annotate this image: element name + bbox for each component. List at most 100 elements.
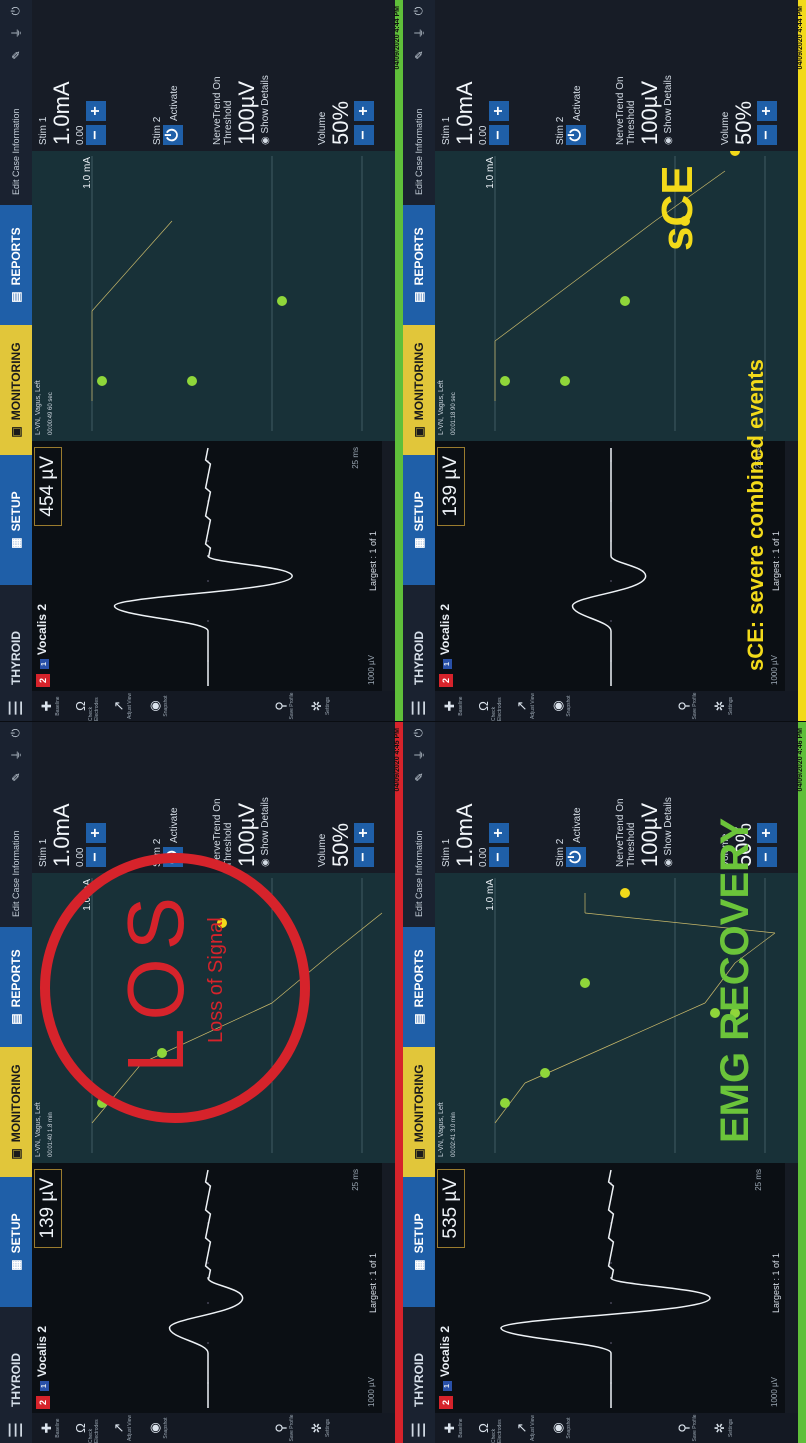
minus-button[interactable]: − [86, 125, 106, 145]
side-button[interactable]: ✚ Baseline [32, 691, 68, 721]
plus-button[interactable]: + [757, 101, 777, 121]
side-button[interactable]: Ω Check Electrodes [471, 691, 507, 721]
minus-button[interactable]: − [354, 847, 374, 867]
stim2-block: Stim 2 ⏻ Activate [555, 807, 586, 867]
side-button[interactable]: ◉ Snapshot [543, 1413, 579, 1443]
minus-button[interactable]: − [489, 125, 509, 145]
plus-button[interactable]: + [354, 101, 374, 121]
side-button[interactable]: ⚲ Save Profile [266, 1413, 302, 1443]
pencil-icon[interactable]: ✎ [403, 44, 435, 66]
show-details-button[interactable]: ◉ Show Details [260, 75, 271, 145]
edit-case-link[interactable]: Edit Case Information [403, 66, 435, 205]
plus-button[interactable]: + [757, 823, 777, 843]
edit-case-link[interactable]: Edit Case Information [0, 66, 32, 205]
side-button[interactable]: ✚ Baseline [435, 1413, 471, 1443]
tab-setup[interactable]: ▦ SETUP [0, 1177, 32, 1307]
minus-button[interactable]: − [86, 847, 106, 867]
side-button[interactable]: ✚ Baseline [435, 691, 471, 721]
tab-reports[interactable]: ▤ REPORTS [403, 205, 435, 325]
waveform-view: 2 1Vocalis 2 454 µV 1000 µV 25 ms Largest : 1… [32, 441, 382, 691]
plug-icon[interactable]: ⏚ [0, 22, 32, 44]
tab-monitoring[interactable]: ▣ MONITORING [403, 325, 435, 455]
plus-button[interactable]: + [489, 823, 509, 843]
activate-button[interactable]: ⏻ Activate [163, 85, 183, 145]
menu-icon[interactable]: ☰ [0, 1417, 32, 1443]
monitor-screen: ☰ THYROID ▦ SETUP ▣ MONITORING ▤ REPORTS Edit Ca… [403, 722, 806, 1443]
side-button[interactable]: ↗ Adjust View [507, 1413, 543, 1443]
tab-monitoring[interactable]: ▣ MONITORING [0, 1047, 32, 1177]
plug-icon[interactable]: ⏚ [0, 744, 32, 766]
tool-label: Baseline [458, 1418, 464, 1438]
show-details-button[interactable]: ◉ Show Details [260, 797, 271, 867]
activate-button[interactable]: ⏻ Activate [566, 85, 586, 145]
plus-button[interactable]: + [489, 101, 509, 121]
side-button[interactable]: ◉ Snapshot [140, 691, 176, 721]
side-button[interactable]: ↗ Adjust View [507, 691, 543, 721]
power-icon[interactable]: ⏻ [403, 722, 435, 744]
side-button[interactable]: Ω Check Electrodes [68, 691, 104, 721]
plus-button[interactable]: + [354, 823, 374, 843]
power-icon[interactable]: ⏻ [403, 0, 435, 22]
stim2-label: Stim 2 [152, 116, 163, 145]
side-button[interactable]: ✲ Settings [705, 691, 741, 721]
menu-icon[interactable]: ☰ [403, 1417, 435, 1443]
side-button[interactable]: ◉ Snapshot [140, 1413, 176, 1443]
stim1-block: Stim 1 1.0mA 0.00 −+ [441, 803, 509, 867]
minus-button[interactable]: − [757, 125, 777, 145]
stim1-sub: 0.00 [478, 847, 489, 867]
side-button[interactable]: ⚲ Save Profile [669, 691, 705, 721]
show-details-button[interactable]: ◉ Show Details [663, 797, 674, 867]
plus-button[interactable]: + [86, 101, 106, 121]
tool-label: Settings [728, 696, 734, 716]
power-icon[interactable]: ⏻ [0, 722, 32, 744]
nervetrend-label[interactable]: NerveTrend On [615, 797, 626, 867]
show-details-button[interactable]: ◉ Show Details [663, 75, 674, 145]
nervetrend-label[interactable]: NerveTrend On [212, 797, 223, 867]
plug-icon[interactable]: ⏚ [403, 22, 435, 44]
pencil-icon[interactable]: ✎ [403, 766, 435, 788]
side-button[interactable]: ✲ Settings [302, 1413, 338, 1443]
tab-setup[interactable]: ▦ SETUP [403, 1177, 435, 1307]
side-button[interactable]: ✲ Settings [705, 1413, 741, 1443]
pencil-icon[interactable]: ✎ [0, 44, 32, 66]
minus-button[interactable]: − [489, 847, 509, 867]
nervetrend-label[interactable]: NerveTrend On [615, 75, 626, 145]
activate-button[interactable]: ⏻ Activate [566, 807, 586, 867]
side-button[interactable]: ↗ Adjust View [104, 691, 140, 721]
side-button[interactable]: Ω Check Electrodes [471, 1413, 507, 1443]
side-button[interactable]: ✲ Settings [302, 691, 338, 721]
channel-name: Vocalis 2 [438, 603, 452, 656]
tab-reports[interactable]: ▤ REPORTS [0, 927, 32, 1047]
tab-setup[interactable]: ▦ SETUP [0, 455, 32, 585]
plus-button[interactable]: + [86, 823, 106, 843]
tool-label: Snapshot [566, 1417, 572, 1439]
minus-button[interactable]: − [757, 847, 777, 867]
side-button[interactable]: Ω Check Electrodes [68, 1413, 104, 1443]
minus-button[interactable]: − [354, 125, 374, 145]
menu-icon[interactable]: ☰ [0, 695, 32, 721]
monitor-panel: ☰ THYROID ▦ SETUP ▣ MONITORING ▤ REPORTS Edit Ca… [403, 0, 806, 721]
side-button[interactable]: ✚ Baseline [32, 1413, 68, 1443]
threshold-value: 100µV [637, 802, 662, 867]
side-button[interactable]: ↗ Adjust View [104, 1413, 140, 1443]
tab-reports[interactable]: ▤ REPORTS [0, 205, 32, 325]
pencil-icon[interactable]: ✎ [0, 766, 32, 788]
channel-badge: 1 [443, 659, 452, 669]
stim1-value: 1.0mA [49, 803, 74, 867]
tab-monitoring[interactable]: ▣ MONITORING [0, 325, 32, 455]
tab-setup[interactable]: ▦ SETUP [403, 455, 435, 585]
side-button[interactable]: ◉ Snapshot [543, 691, 579, 721]
menu-icon[interactable]: ☰ [403, 695, 435, 721]
case-title: THYROID [9, 1353, 23, 1407]
edit-case-link[interactable]: Edit Case Information [0, 788, 32, 927]
tab-monitoring[interactable]: ▣ MONITORING [403, 1047, 435, 1177]
edit-case-link[interactable]: Edit Case Information [403, 788, 435, 927]
power-icon[interactable]: ⏻ [0, 0, 32, 22]
monitor-panel: ☰ THYROID ▦ SETUP ▣ MONITORING ▤ REPORTS Edit Ca… [0, 722, 403, 1443]
side-button[interactable]: ⚲ Save Profile [266, 691, 302, 721]
channel-label: 1 Vocalis 2 [35, 1326, 49, 1391]
plug-icon[interactable]: ⏚ [403, 744, 435, 766]
tab-reports[interactable]: ▤ REPORTS [403, 927, 435, 1047]
nervetrend-label[interactable]: NerveTrend On [212, 75, 223, 145]
side-button[interactable]: ⚲ Save Profile [669, 1413, 705, 1443]
